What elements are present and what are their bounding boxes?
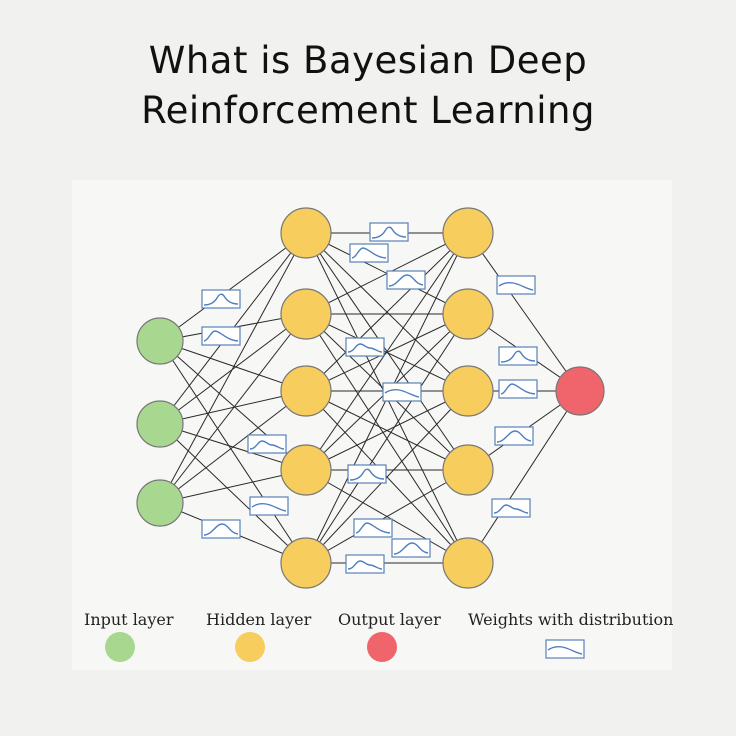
weight-distribution-icon [201, 289, 241, 309]
weight-distribution-icon [491, 498, 531, 518]
weight-distribution-icon [247, 434, 287, 454]
hidden-node [442, 537, 494, 589]
input-node [136, 479, 184, 527]
weight-distribution-icon [498, 379, 538, 399]
legend-hidden-swatch [235, 632, 265, 662]
weight-distribution-icon [382, 382, 422, 402]
legend-weights-label: Weights with distribution [468, 610, 674, 629]
weight-distribution-icon [496, 275, 536, 295]
input-node [136, 400, 184, 448]
weight-distribution-icon [201, 519, 241, 539]
weight-distribution-icon [353, 518, 393, 538]
legend-input-label: Input layer [84, 610, 174, 629]
legend-output-label: Output layer [338, 610, 441, 629]
legend-output-swatch [367, 632, 397, 662]
weight-distribution-icon [494, 426, 534, 446]
legend-input-swatch [105, 632, 135, 662]
hidden-node [280, 444, 332, 496]
weight-distribution-icon [249, 496, 289, 516]
weight-distribution-icon [369, 222, 409, 242]
hidden-node [280, 288, 332, 340]
weight-distribution-icon [386, 270, 426, 290]
input-node [136, 317, 184, 365]
hidden-node [442, 288, 494, 340]
weight-distribution-icon [391, 538, 431, 558]
hidden-node [442, 444, 494, 496]
weight-distribution-icon [201, 326, 241, 346]
hidden-node [280, 207, 332, 259]
weight-distribution-icon [349, 243, 389, 263]
hidden-node [442, 207, 494, 259]
hidden-node [280, 365, 332, 417]
output-node [555, 366, 605, 416]
weight-distribution-icon [345, 337, 385, 357]
hidden-node [280, 537, 332, 589]
legend-weight-icon [545, 639, 585, 659]
weight-distribution-icon [498, 346, 538, 366]
legend-hidden-label: Hidden layer [206, 610, 312, 629]
weight-distribution-icon [347, 464, 387, 484]
weight-distribution-icon [345, 554, 385, 574]
hidden-node [442, 365, 494, 417]
